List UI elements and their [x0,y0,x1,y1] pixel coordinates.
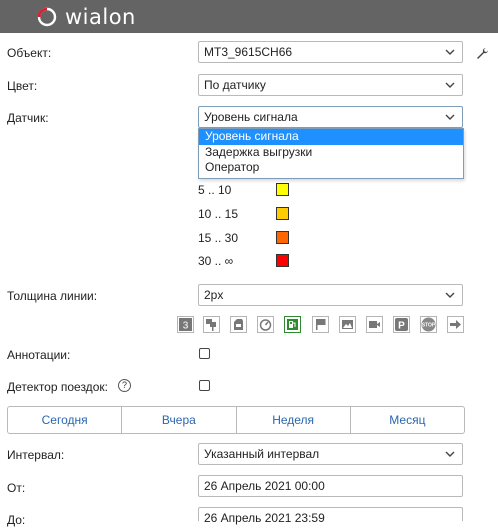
video-icon[interactable] [366,316,383,333]
image-icon[interactable] [339,316,356,333]
interval-select[interactable]: Указанный интервал [198,443,463,465]
sensor-option[interactable]: Уровень сигнала [199,129,463,145]
svg-text:P: P [398,321,405,332]
fuel-can-icon[interactable] [230,316,247,333]
line-width-select[interactable]: 2px [198,284,463,306]
tab-today[interactable]: Сегодня [8,407,123,433]
range-label: 5 .. 10 [198,183,232,197]
from-label: От: [7,481,26,495]
tab-month[interactable]: Месяц [351,407,464,433]
flag-icon[interactable] [312,316,329,333]
chevron-down-icon [445,49,455,55]
app-header: wialon [0,0,498,33]
chevron-down-icon [445,82,455,88]
sensor-select[interactable]: Уровень сигнала [198,106,463,128]
annotations-label: Аннотации: [7,348,71,362]
sensor-option[interactable]: Оператор [199,160,463,176]
trip-detector-label: Детектор поездок: [7,380,108,394]
range-color-swatch[interactable] [276,207,289,220]
sensor-option[interactable]: Задержка выгрузки [199,145,463,161]
range-color-swatch[interactable] [276,231,289,244]
wrench-icon[interactable] [476,47,489,60]
fuel-pump-icon[interactable] [284,316,301,333]
range-color-swatch[interactable] [276,183,289,196]
object-select[interactable]: MT3_9615CH66 [198,41,463,63]
interval-label: Интервал: [7,448,65,462]
trip-detector-checkbox[interactable] [199,380,210,391]
color-label: Цвет: [7,79,38,93]
from-date-input[interactable]: 26 Апрель 2021 00:00 [198,475,463,497]
line-width-label: Толщина линии: [7,289,98,303]
period-selector: Сегодня Вчера Неделя Месяц [7,406,465,434]
line-width-value: 2px [204,288,224,302]
to-date-value: 26 Апрель 2021 23:59 [204,511,325,525]
range-label: 15 .. 30 [198,231,239,245]
stop-icon[interactable]: STOP [420,316,437,333]
svg-text:3: 3 [183,321,189,332]
from-date-value: 26 Апрель 2021 00:00 [204,479,325,493]
help-icon[interactable]: ? [118,379,131,392]
tab-week[interactable]: Неделя [237,407,351,433]
range-label: 10 .. 15 [198,207,239,221]
chevron-down-icon [445,292,455,298]
logo-mark-icon [37,7,57,27]
flags-icon[interactable] [203,316,220,333]
range-label: 30 .. ∞ [198,254,234,268]
sensor-dropdown-list: Уровень сигнала Задержка выгрузки Операт… [198,128,464,179]
three-icon[interactable]: 3 [177,316,194,333]
annotations-checkbox[interactable] [199,348,210,359]
color-value: По датчику [204,78,266,92]
object-value: MT3_9615CH66 [204,45,293,59]
chevron-down-icon [445,451,455,457]
chevron-down-icon [445,114,455,120]
sensor-value: Уровень сигнала [204,110,298,124]
tab-yesterday[interactable]: Вчера [122,407,237,433]
interval-value: Указанный интервал [204,447,320,461]
to-date-input[interactable]: 26 Апрель 2021 23:59 [198,507,463,525]
range-color-swatch[interactable] [276,254,289,267]
parking-icon[interactable]: P [393,316,410,333]
object-label: Объект: [7,46,52,60]
svg-text:STOP: STOP [422,323,436,329]
to-label: До: [7,513,26,527]
gauge-icon[interactable] [257,316,274,333]
wialon-logo[interactable]: wialon [35,5,136,29]
logo-text: wialon [65,5,136,29]
color-select[interactable]: По датчику [198,74,463,96]
sensor-label: Датчик: [7,111,49,125]
arrow-right-icon[interactable] [447,316,464,333]
